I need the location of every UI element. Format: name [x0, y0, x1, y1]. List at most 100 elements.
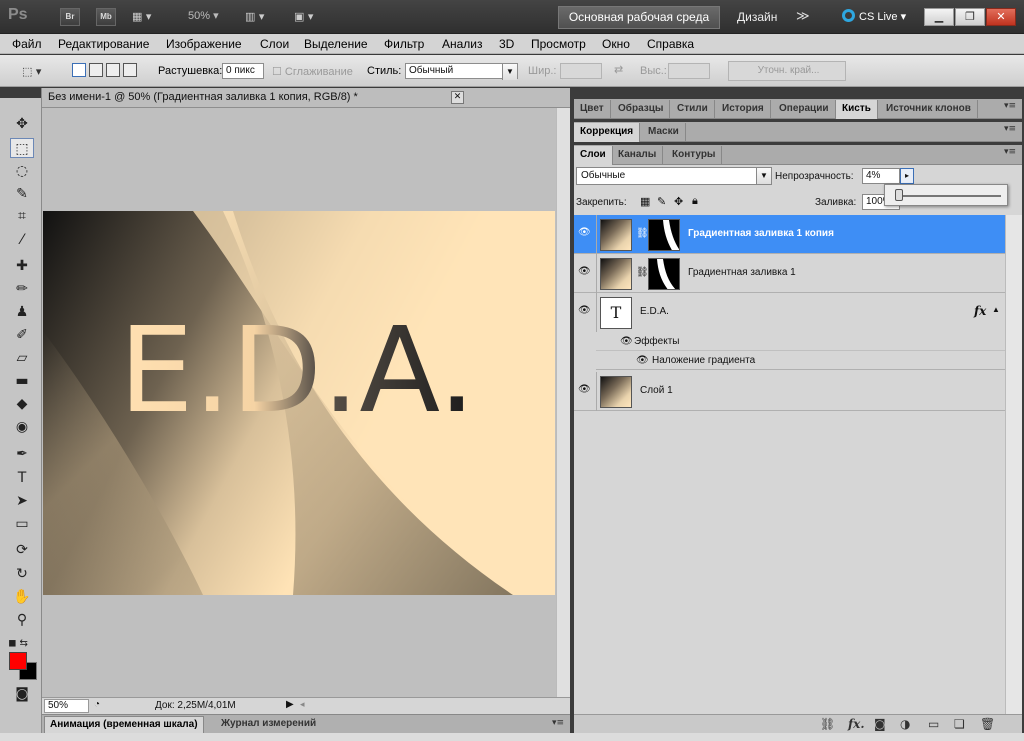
lock-transparency-icon[interactable]: ▦ — [640, 195, 650, 208]
tab-history[interactable]: История — [716, 100, 771, 119]
add-style-icon[interactable]: fx. — [848, 717, 865, 731]
refine-edge-button[interactable]: Уточн. край... — [728, 61, 846, 81]
opacity-slider-thumb[interactable] — [895, 189, 903, 201]
document-tab[interactable]: Без имени-1 @ 50% (Градиентная заливка 1… — [42, 88, 570, 108]
menu-layer[interactable]: Слои — [260, 37, 289, 51]
tab-swatches[interactable]: Образцы — [612, 100, 671, 119]
tab-actions[interactable]: Операции — [773, 100, 836, 119]
status-zoom-input[interactable]: 50% — [44, 699, 89, 713]
add-selection-icon[interactable] — [89, 63, 103, 77]
adjustment-layer-icon[interactable]: ◑ — [900, 717, 910, 731]
layer-row-background[interactable]: 👁︎ Слой 1 — [574, 372, 1005, 411]
panel-menu-icon[interactable]: ▾≡ — [552, 718, 564, 728]
menu-file[interactable]: Файл — [12, 37, 42, 51]
view-extras-icon[interactable]: ▦ ▾ — [132, 8, 151, 26]
tab-adjustments[interactable]: Коррекция — [574, 123, 641, 142]
tab-channels[interactable]: Каналы — [612, 146, 664, 165]
tab-measurement-log[interactable]: Журнал измерений — [216, 716, 321, 733]
tab-layers[interactable]: Слои — [574, 146, 613, 165]
menu-help[interactable]: Справка — [647, 37, 694, 51]
close-icon[interactable]: ✕ — [986, 8, 1016, 26]
quick-select-tool-icon[interactable]: ✎ — [10, 184, 34, 204]
menu-image[interactable]: Изображение — [166, 37, 242, 51]
lock-position-icon[interactable]: ✥ — [674, 195, 683, 208]
layer-row-text[interactable]: 👁︎ T E.D.A. fx ▲ — [574, 293, 1005, 333]
tab-styles[interactable]: Стили — [671, 100, 715, 119]
menu-3d[interactable]: 3D — [499, 37, 514, 51]
panel-menu-icon[interactable]: ▾≡ — [1004, 101, 1016, 111]
status-menu-arrow-icon[interactable]: ▶ — [286, 699, 294, 710]
bridge-button[interactable]: Br — [60, 8, 80, 26]
brush-tool-icon[interactable]: ✏ — [10, 279, 34, 299]
link-icon[interactable]: ⛓︎ — [636, 267, 649, 278]
minimize-icon[interactable]: ▁ — [924, 8, 954, 26]
antialias-checkbox[interactable]: ☐ Сглаживание — [272, 65, 353, 78]
workspace-design-button[interactable]: Дизайн — [737, 10, 777, 24]
layer-mask-thumbnail[interactable] — [648, 258, 680, 290]
restore-icon[interactable]: ❐ — [955, 8, 985, 26]
type-tool-icon[interactable]: T — [10, 468, 34, 488]
height-input[interactable] — [668, 63, 710, 79]
history-brush-tool-icon[interactable]: ✐ — [10, 325, 34, 345]
feather-input[interactable]: 0 пикс — [222, 63, 264, 79]
eyedropper-tool-icon[interactable]: ⁄ — [10, 230, 34, 250]
tab-brush[interactable]: Кисть — [836, 100, 878, 119]
document-vertical-scrollbar[interactable] — [556, 108, 570, 697]
fx-badge-icon[interactable]: fx — [974, 304, 986, 318]
new-group-folder-icon[interactable]: ▭ — [928, 717, 939, 731]
3d-rotate-tool-icon[interactable]: ⟳ — [10, 540, 34, 560]
marquee-tool-icon[interactable]: ⬚ — [10, 138, 34, 158]
workspace-essentials-button[interactable]: Основная рабочая среда — [558, 6, 720, 29]
layer-row-gradient[interactable]: 👁︎ ⛓︎ Градиентная заливка 1 — [574, 254, 1005, 293]
mini-bridge-button[interactable]: Mb — [96, 8, 116, 26]
add-mask-icon[interactable]: ◙ — [874, 717, 886, 731]
effect-eye-icon[interactable]: 👁︎ — [636, 355, 649, 366]
tab-paths[interactable]: Контуры — [666, 146, 723, 165]
status-info-icon[interactable]: ◔ — [94, 699, 100, 710]
visibility-eye-icon[interactable]: 👁︎ — [578, 267, 592, 277]
effects-row[interactable]: 👁︎ Эффекты — [596, 333, 1005, 351]
lock-all-icon[interactable]: 🔒︎ — [692, 195, 698, 208]
blend-mode-select[interactable]: Обычные ▼ — [576, 167, 772, 185]
subtract-selection-icon[interactable] — [106, 63, 120, 77]
dodge-tool-icon[interactable]: ◉ — [10, 417, 34, 437]
close-document-icon[interactable]: ✕ — [451, 91, 464, 104]
swap-dimensions-icon[interactable]: ⇄ — [614, 63, 623, 76]
zoom-tool-icon[interactable]: ⚲ — [10, 610, 34, 630]
tab-animation[interactable]: Анимация (временная шкала) — [44, 716, 204, 733]
new-layer-icon[interactable]: ❏ — [954, 717, 965, 731]
menu-filter[interactable]: Фильтр — [384, 37, 424, 51]
marquee-preset-icon[interactable]: ⬚ ▾ — [22, 63, 41, 81]
screen-mode-icon[interactable]: ▣ ▾ — [294, 8, 313, 26]
menu-view[interactable]: Просмотр — [531, 37, 586, 51]
expand-effects-icon[interactable]: ▲ — [992, 305, 1000, 314]
tab-color[interactable]: Цвет — [574, 100, 611, 119]
more-workspaces-icon[interactable]: ≫ — [796, 8, 810, 24]
link-icon[interactable]: ⛓︎ — [636, 228, 649, 239]
path-selection-tool-icon[interactable]: ➤ — [10, 491, 34, 511]
zoom-level-select[interactable]: 50% ▾ — [188, 9, 219, 22]
menu-analysis[interactable]: Анализ — [442, 37, 483, 51]
arrange-documents-icon[interactable]: ▥ ▾ — [245, 8, 264, 26]
opacity-slider-toggle-icon[interactable]: ▸ — [900, 168, 914, 184]
hand-tool-icon[interactable]: ✋ — [10, 587, 34, 607]
3d-orbit-tool-icon[interactable]: ↻ — [10, 564, 34, 584]
quick-mask-icon[interactable]: ◙ — [10, 684, 34, 704]
menu-window[interactable]: Окно — [602, 37, 630, 51]
default-colors-icon[interactable]: ◼ ⇆ — [6, 634, 30, 654]
clone-stamp-tool-icon[interactable]: ♟ — [10, 302, 34, 322]
new-selection-icon[interactable] — [72, 63, 86, 77]
link-layers-icon[interactable]: ⛓︎ — [820, 717, 835, 731]
layers-scrollbar[interactable] — [1005, 215, 1022, 714]
menu-select[interactable]: Выделение — [304, 37, 368, 51]
style-select[interactable]: Обычный ▼ — [405, 63, 518, 80]
visibility-eye-icon[interactable]: 👁︎ — [578, 228, 592, 238]
move-tool-icon[interactable]: ✥ — [10, 114, 34, 134]
width-input[interactable] — [560, 63, 602, 79]
layer-mask-thumbnail[interactable] — [648, 219, 680, 251]
effects-eye-icon[interactable]: 👁︎ — [620, 336, 633, 347]
visibility-eye-icon[interactable]: 👁︎ — [578, 306, 592, 316]
visibility-eye-icon[interactable]: 👁︎ — [578, 385, 592, 395]
panel-menu-icon[interactable]: ▾≡ — [1004, 147, 1016, 157]
cs-live-menu[interactable]: CS Live ▾ — [842, 9, 906, 23]
